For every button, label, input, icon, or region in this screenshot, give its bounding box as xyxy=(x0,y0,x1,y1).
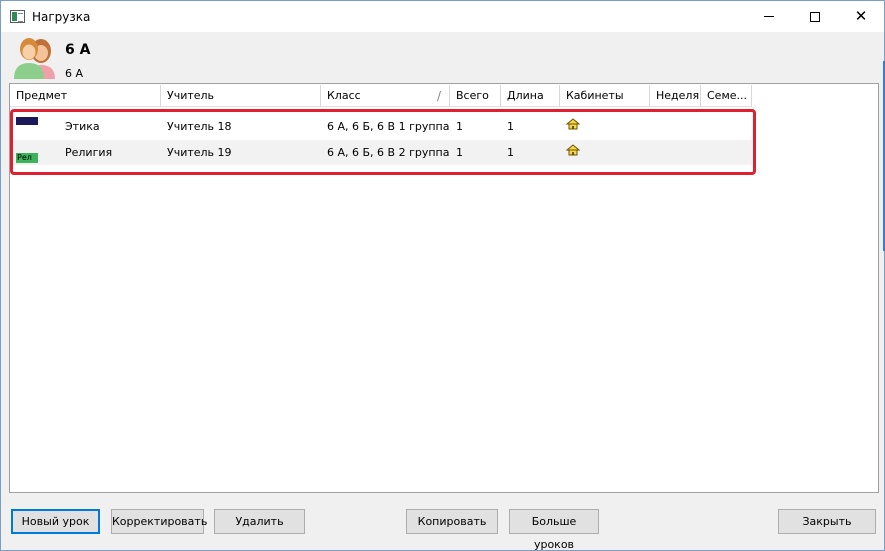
semester-cell xyxy=(701,140,752,165)
more-lessons-button[interactable]: Больше уроков xyxy=(509,509,599,551)
close-button[interactable]: Закрыть xyxy=(778,509,876,534)
table-row[interactable]: Рел Религия Учитель 19 6 А, 6 Б, 6 В 2 г… xyxy=(10,140,752,165)
home-room-icon xyxy=(566,144,580,156)
subject-name: Этика xyxy=(65,120,100,133)
subject-color-badge: Рел xyxy=(16,153,38,163)
class-title: 6 А xyxy=(65,42,91,58)
subject-cell: Рел Религия xyxy=(10,140,161,165)
subject-color-swatch xyxy=(16,117,38,125)
subject-cell: Этика xyxy=(10,114,161,139)
total-cell: 1 xyxy=(456,146,463,159)
lessons-grid[interactable]: Предмет Учитель Класс / Всего Длина Каби… xyxy=(9,83,879,493)
column-header-subject[interactable]: Предмет xyxy=(10,85,161,107)
week-cell xyxy=(650,140,701,165)
new-lesson-button[interactable]: Новый урок xyxy=(11,509,100,534)
class-subtitle: 6 А xyxy=(65,67,84,80)
close-window-button[interactable]: ✕ xyxy=(838,1,884,32)
length-cell: 1 xyxy=(507,146,514,159)
delete-button[interactable]: Удалить xyxy=(214,509,305,534)
close-icon: ✕ xyxy=(854,7,868,25)
subject-name: Религия xyxy=(65,146,113,159)
teacher-cell: Учитель 19 xyxy=(167,146,232,159)
class-cell: 6 А, 6 Б, 6 В 1 группа xyxy=(327,120,450,133)
title-bar: Нагрузка ✕ xyxy=(1,1,884,32)
class-people-icon xyxy=(14,38,55,79)
column-header-length[interactable]: Длина xyxy=(501,85,560,107)
table-row[interactable]: Этика Учитель 18 6 А, 6 Б, 6 В 1 группа … xyxy=(10,114,752,139)
column-header-semester[interactable]: Семе... xyxy=(701,85,752,107)
home-room-icon xyxy=(566,118,580,130)
app-icon xyxy=(10,10,25,23)
maximize-button[interactable] xyxy=(792,1,838,32)
rooms-cell[interactable] xyxy=(560,114,650,139)
semester-cell xyxy=(701,114,752,139)
minimize-icon xyxy=(764,16,774,17)
column-header-class[interactable]: Класс / xyxy=(321,85,450,107)
class-cell: 6 А, 6 Б, 6 В 2 группа xyxy=(327,146,450,159)
column-header-teacher[interactable]: Учитель xyxy=(161,85,321,107)
grid-header: Предмет Учитель Класс / Всего Длина Каби… xyxy=(10,85,752,107)
edit-button[interactable]: Корректировать xyxy=(111,509,207,534)
column-header-rooms[interactable]: Кабинеты xyxy=(560,85,650,107)
total-cell: 1 xyxy=(456,120,463,133)
rooms-cell[interactable] xyxy=(560,140,650,165)
copy-button[interactable]: Копировать xyxy=(406,509,498,534)
column-header-week[interactable]: Неделя xyxy=(650,85,701,107)
length-cell: 1 xyxy=(507,120,514,133)
minimize-button[interactable] xyxy=(746,1,792,32)
window-title: Нагрузка xyxy=(32,10,91,24)
column-header-class-label: Класс xyxy=(327,89,361,102)
week-cell xyxy=(650,114,701,139)
sort-indicator: / xyxy=(436,89,441,103)
teacher-cell: Учитель 18 xyxy=(167,120,232,133)
maximize-icon xyxy=(810,11,820,22)
load-window: Нагрузка ✕ 6 А 6 А Предмет Учитель Класс… xyxy=(0,0,885,551)
column-header-total[interactable]: Всего xyxy=(450,85,501,107)
